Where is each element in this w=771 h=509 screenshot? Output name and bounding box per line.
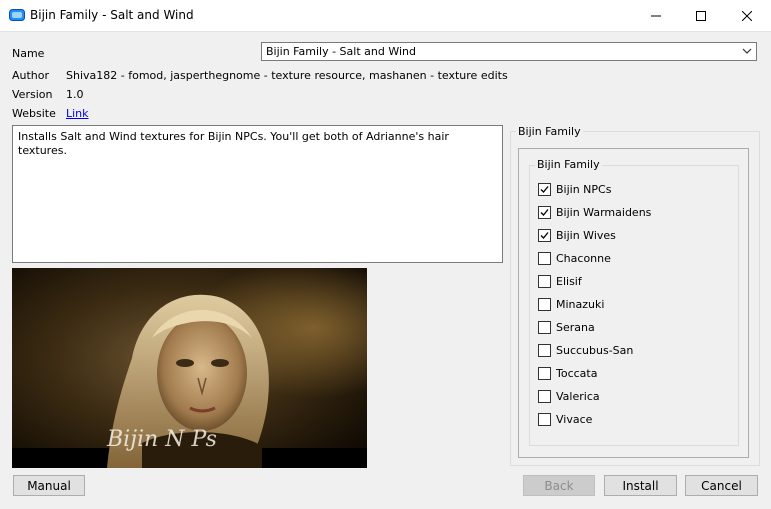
checkbox-checked[interactable] (538, 182, 551, 196)
option-item[interactable]: Bijin Warmaidens (538, 204, 651, 220)
option-item[interactable]: Toccata (538, 365, 597, 381)
option-label: Toccata (556, 366, 598, 380)
manual-button[interactable]: Manual (13, 475, 85, 496)
checkbox-unchecked[interactable] (538, 297, 551, 311)
option-label: Elisif (556, 274, 582, 288)
option-label: Minazuki (556, 297, 605, 311)
website-link[interactable]: Link (66, 107, 89, 120)
preview-watermark: Bijin N Ps (106, 427, 217, 452)
checkbox-unchecked[interactable] (538, 320, 551, 334)
close-button[interactable] (724, 0, 770, 31)
website-label: Website (12, 107, 56, 120)
minimize-button[interactable] (633, 0, 679, 31)
checkbox-checked[interactable] (538, 228, 551, 242)
option-item[interactable]: Valerica (538, 388, 600, 404)
option-label: Succubus-San (556, 343, 634, 357)
author-value: Shiva182 - fomod, jasperthegnome - textu… (66, 69, 508, 82)
name-select-value: Bijin Family - Salt and Wind (266, 45, 416, 58)
option-item[interactable]: Succubus-San (538, 342, 633, 358)
checkbox-unchecked[interactable] (538, 274, 551, 288)
option-item[interactable]: Elisif (538, 273, 582, 289)
option-label: Bijin NPCs (556, 182, 612, 196)
checkbox-unchecked[interactable] (538, 366, 551, 380)
option-label: Chaconne (556, 251, 611, 265)
option-label: Bijin Wives (556, 228, 616, 242)
minimize-icon (651, 15, 661, 16)
title-bar: Bijin Family - Salt and Wind (0, 0, 771, 32)
portrait-illustration: Bijin N Ps (12, 268, 367, 468)
install-button[interactable]: Install (604, 475, 677, 496)
name-label: Name (12, 47, 45, 60)
preview-image: Bijin N Ps (12, 268, 367, 468)
author-label: Author (12, 69, 50, 82)
maximize-icon (696, 10, 706, 21)
checkbox-checked[interactable] (538, 205, 551, 219)
option-item[interactable]: Chaconne (538, 250, 611, 266)
checkbox-unchecked[interactable] (538, 343, 551, 357)
group-step-label: Bijin Family (516, 125, 583, 138)
checkmark-icon (540, 185, 549, 193)
option-item[interactable]: Minazuki (538, 296, 604, 312)
description-box[interactable]: Installs Salt and Wind textures for Biji… (12, 125, 503, 263)
cancel-button[interactable]: Cancel (685, 475, 758, 496)
option-label: Valerica (556, 389, 600, 403)
checkbox-unchecked[interactable] (538, 389, 551, 403)
option-item[interactable]: Bijin Wives (538, 227, 616, 243)
close-icon (742, 10, 752, 21)
maximize-button[interactable] (678, 0, 724, 31)
version-label: Version (12, 88, 53, 101)
option-item[interactable]: Bijin NPCs (538, 181, 611, 197)
mod-organizer-icon (9, 9, 25, 21)
option-item[interactable]: Vivace (538, 411, 592, 427)
options-group-label: Bijin Family (535, 158, 602, 171)
back-button[interactable]: Back (523, 475, 595, 496)
checkbox-unchecked[interactable] (538, 412, 551, 426)
checkbox-unchecked[interactable] (538, 251, 551, 265)
chevron-down-icon (742, 48, 752, 54)
name-select[interactable]: Bijin Family - Salt and Wind (261, 42, 757, 61)
option-label: Serana (556, 320, 595, 334)
window-title: Bijin Family - Salt and Wind (30, 8, 194, 22)
option-label: Vivace (556, 412, 593, 426)
version-value: 1.0 (66, 88, 84, 101)
checkmark-icon (540, 208, 549, 216)
option-item[interactable]: Serana (538, 319, 595, 335)
option-label: Bijin Warmaidens (556, 205, 652, 219)
checkmark-icon (540, 231, 549, 239)
